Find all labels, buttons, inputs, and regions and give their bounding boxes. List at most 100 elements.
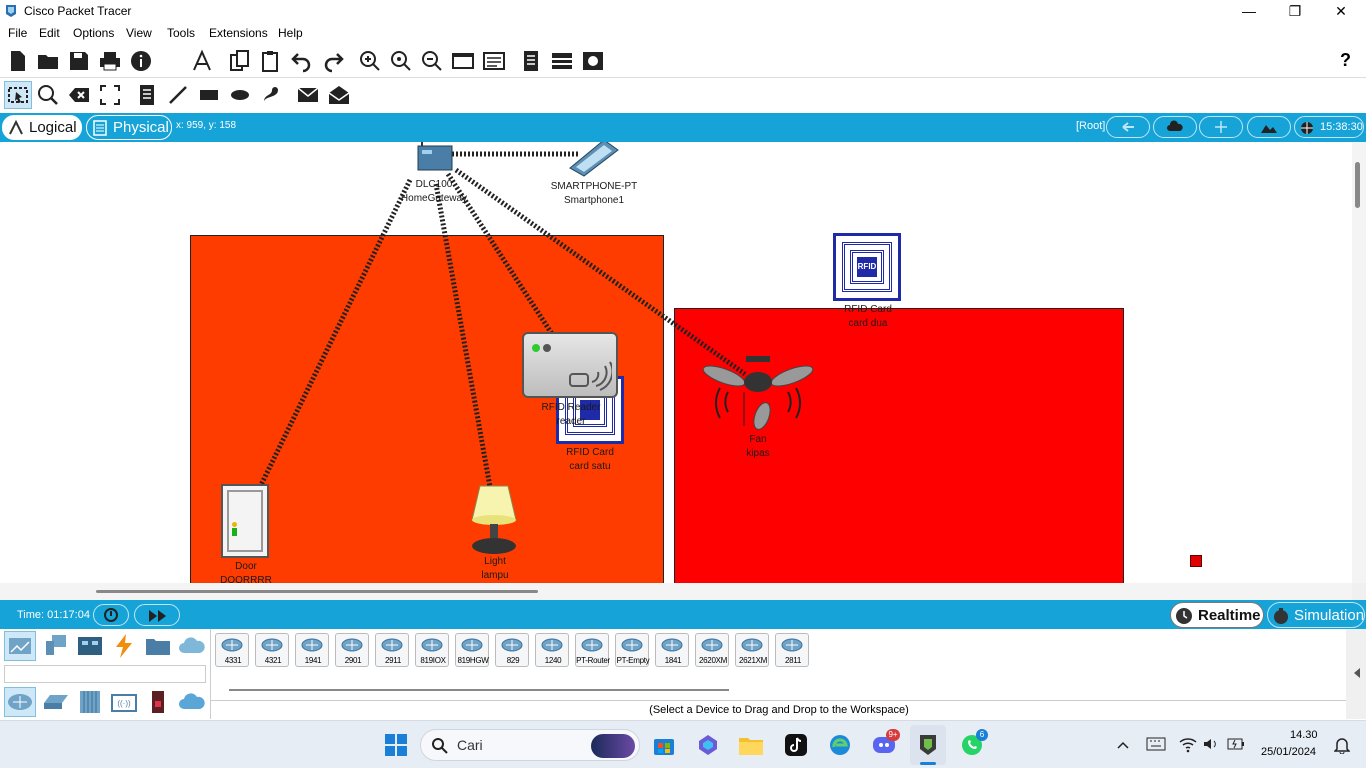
battery-icon[interactable] <box>1226 735 1246 753</box>
open-folder-icon[interactable] <box>36 49 60 73</box>
menu-options[interactable]: Options <box>73 26 114 40</box>
router-model-pt-empty[interactable]: PT-Empty <box>615 633 650 667</box>
miscellaneous-icon[interactable] <box>144 633 172 659</box>
router-model-819hgw[interactable]: 819HGW <box>455 633 489 667</box>
paste-icon[interactable] <box>259 49 283 73</box>
router-model-pt-router[interactable]: PT-Router <box>575 633 610 667</box>
hub-icon[interactable] <box>76 689 104 715</box>
help-button[interactable]: ? <box>1340 50 1351 71</box>
logical-workspace[interactable]: DLC100 HomeGateway SMARTPHONE-PT Smartph… <box>0 142 1352 583</box>
new-file-icon[interactable] <box>6 49 30 73</box>
file-explorer-icon[interactable] <box>738 733 764 757</box>
inspect-icon[interactable] <box>36 83 60 107</box>
router-model-1941[interactable]: 1941 <box>295 633 329 667</box>
packet-tracer-taskbar-item[interactable] <box>910 725 946 765</box>
multiuser-icon[interactable] <box>178 635 206 657</box>
draw-line-icon[interactable] <box>166 83 190 107</box>
taskbar-search[interactable]: Cari <box>420 729 640 761</box>
freeform-icon[interactable] <box>259 83 283 107</box>
network-wizard-icon[interactable] <box>190 49 214 73</box>
minimize-button[interactable]: — <box>1226 0 1272 24</box>
router-model-1240[interactable]: 1240 <box>535 633 569 667</box>
smartphone-icon[interactable] <box>566 142 622 178</box>
power-cycle-button[interactable] <box>93 604 129 626</box>
info-icon[interactable] <box>129 49 153 73</box>
menu-tools[interactable]: Tools <box>167 26 195 40</box>
copilot-icon[interactable] <box>696 733 720 757</box>
maximize-button[interactable]: ❐ <box>1272 0 1318 24</box>
store-icon[interactable] <box>652 733 676 757</box>
volume-icon[interactable] <box>1202 735 1220 753</box>
router-model-4331[interactable]: 4331 <box>215 633 249 667</box>
show-hidden-icons-chevron[interactable] <box>1116 739 1130 751</box>
image-viewer-icon[interactable] <box>581 49 605 73</box>
print-icon[interactable] <box>98 49 122 73</box>
end-devices-icon[interactable] <box>42 633 70 659</box>
router-model-2901[interactable]: 2901 <box>335 633 369 667</box>
save-icon[interactable] <box>67 49 91 73</box>
router-model-1841[interactable]: 1841 <box>655 633 689 667</box>
rfid-reader-icon[interactable] <box>522 332 618 398</box>
red-square-marker[interactable] <box>1190 555 1202 567</box>
set-background-button[interactable] <box>1247 116 1291 138</box>
menu-file[interactable]: File <box>8 26 27 40</box>
resize-shape-icon[interactable] <box>98 83 122 107</box>
wan-emulation-icon[interactable] <box>178 691 206 713</box>
zoom-reset-icon[interactable] <box>389 49 413 73</box>
back-button[interactable] <box>1106 116 1150 138</box>
horizontal-scroll-thumb[interactable] <box>96 590 538 593</box>
menu-edit[interactable]: Edit <box>39 26 60 40</box>
move-object-button[interactable] <box>1199 116 1243 138</box>
device-list-scroll-thumb[interactable] <box>229 689 729 691</box>
router-model-2621xm[interactable]: 2621XM <box>735 633 769 667</box>
home-gateway-icon[interactable] <box>416 142 454 174</box>
custom-device-dialog-icon[interactable] <box>482 49 506 73</box>
switch-icon[interactable] <box>42 693 70 711</box>
router-model-2811[interactable]: 2811 <box>775 633 809 667</box>
router-model-829[interactable]: 829 <box>495 633 529 667</box>
close-button[interactable]: ✕ <box>1318 0 1364 24</box>
select-icon[interactable] <box>6 83 30 107</box>
windows-start-icon[interactable] <box>384 733 408 757</box>
undo-icon[interactable] <box>290 49 314 73</box>
components-icon[interactable] <box>76 633 104 659</box>
add-simple-pdu-icon[interactable] <box>296 83 320 107</box>
door-icon[interactable] <box>221 484 269 558</box>
router-model-819iox[interactable]: 819IOX <box>415 633 449 667</box>
delete-icon[interactable] <box>67 83 91 107</box>
drawing-palette-icon[interactable] <box>451 49 475 73</box>
edge-browser-icon[interactable] <box>828 733 852 757</box>
simulation-tab[interactable]: Simulation <box>1267 602 1365 628</box>
place-note-icon[interactable] <box>135 83 159 107</box>
category-network-devices[interactable] <box>4 631 36 661</box>
tiktok-icon[interactable] <box>784 733 808 757</box>
redo-icon[interactable] <box>321 49 345 73</box>
wifi-icon[interactable] <box>1178 735 1198 753</box>
router-model-2620xm[interactable]: 2620XM <box>695 633 729 667</box>
vertical-scroll-thumb[interactable] <box>1355 162 1360 208</box>
device-filter-field[interactable] <box>4 665 206 683</box>
zoom-in-icon[interactable] <box>358 49 382 73</box>
pdu-list-icon[interactable] <box>550 49 574 73</box>
realtime-tab[interactable]: Realtime <box>1170 602 1264 628</box>
router-model-4321[interactable]: 4321 <box>255 633 289 667</box>
fast-forward-button[interactable] <box>134 604 180 626</box>
workspace-horizontal-scrollbar[interactable] <box>0 583 1352 600</box>
ceiling-fan-icon[interactable] <box>700 352 816 434</box>
notes-icon[interactable] <box>519 49 543 73</box>
zoom-out-icon[interactable] <box>420 49 444 73</box>
connections-icon[interactable] <box>110 633 138 659</box>
menu-view[interactable]: View <box>126 26 152 40</box>
menu-help[interactable]: Help <box>278 26 303 40</box>
new-cluster-button[interactable] <box>1153 116 1197 138</box>
device-panel-collapse[interactable] <box>1346 629 1366 719</box>
menu-extensions[interactable]: Extensions <box>209 26 268 40</box>
draw-rectangle-icon[interactable] <box>197 83 221 107</box>
keyboard-icon[interactable] <box>1146 737 1166 751</box>
logical-tab[interactable]: Logical <box>2 115 82 140</box>
router-model-2911[interactable]: 2911 <box>375 633 409 667</box>
notifications-bell-icon[interactable] <box>1334 736 1350 754</box>
draw-ellipse-icon[interactable] <box>228 83 252 107</box>
copy-icon[interactable] <box>228 49 252 73</box>
add-complex-pdu-icon[interactable] <box>327 83 351 107</box>
